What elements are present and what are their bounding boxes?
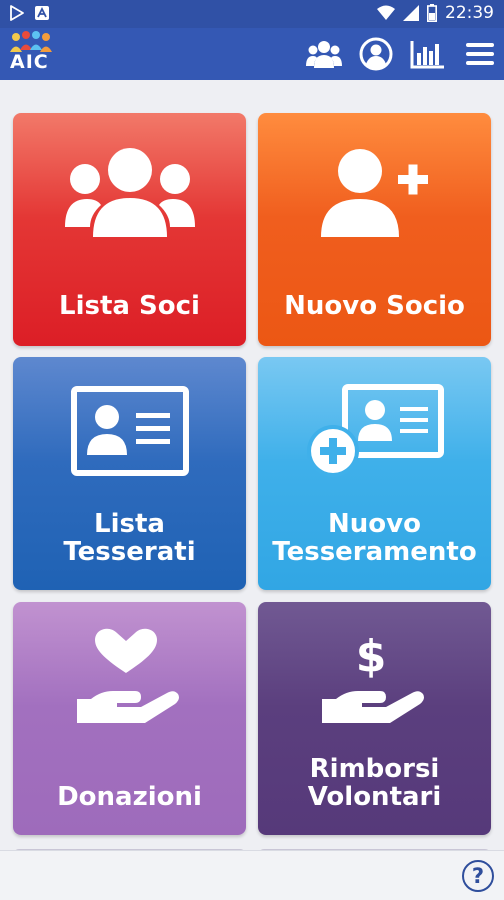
add-id-card-icon — [258, 371, 491, 491]
app-bar: AIC — [0, 28, 504, 80]
battery-icon — [427, 4, 437, 22]
status-bar: 22:39 — [0, 0, 504, 28]
dollar-hand-icon: $ — [258, 620, 491, 740]
group-icon — [13, 133, 246, 253]
account-icon[interactable] — [358, 34, 394, 74]
tile-label: Nuovo Socio — [284, 291, 465, 321]
lista-tesserati-tile[interactable]: Lista Tesserati — [13, 357, 246, 590]
tile-label: Lista Soci — [59, 291, 200, 321]
dashboard-grid: Lista Soci Nuovo Socio Lista Tesserati N… — [0, 80, 504, 850]
chart-icon[interactable] — [410, 34, 446, 74]
signal-icon — [403, 5, 419, 21]
menu-icon[interactable] — [462, 34, 498, 74]
notification-icon — [34, 5, 50, 21]
wifi-icon — [377, 5, 395, 21]
play-store-icon — [10, 5, 24, 21]
members-icon[interactable] — [306, 34, 342, 74]
tile-label: Lista Tesserati — [63, 509, 196, 567]
tile-label: Rimborsi Volontari — [307, 754, 442, 812]
donazioni-tile[interactable]: Donazioni — [13, 602, 246, 835]
heart-hand-icon — [13, 620, 246, 740]
nuovo-socio-tile[interactable]: Nuovo Socio — [258, 113, 491, 346]
help-button[interactable]: ? — [462, 860, 494, 892]
id-card-icon — [13, 371, 246, 491]
svg-text:$: $ — [355, 631, 386, 682]
logo-text: AIC — [10, 51, 49, 73]
lista-soci-tile[interactable]: Lista Soci — [13, 113, 246, 346]
help-icon: ? — [471, 864, 485, 888]
tile-label: Donazioni — [57, 782, 202, 812]
bottom-bar: ? — [0, 850, 504, 900]
tile-label: Nuovo Tesseramento — [272, 509, 477, 567]
rimborsi-volontari-tile[interactable]: $ Rimborsi Volontari — [258, 602, 491, 835]
status-time: 22:39 — [445, 3, 494, 23]
nuovo-tesseramento-tile[interactable]: Nuovo Tesseramento — [258, 357, 491, 590]
app-logo[interactable]: AIC — [6, 28, 56, 80]
add-person-icon — [258, 133, 491, 253]
